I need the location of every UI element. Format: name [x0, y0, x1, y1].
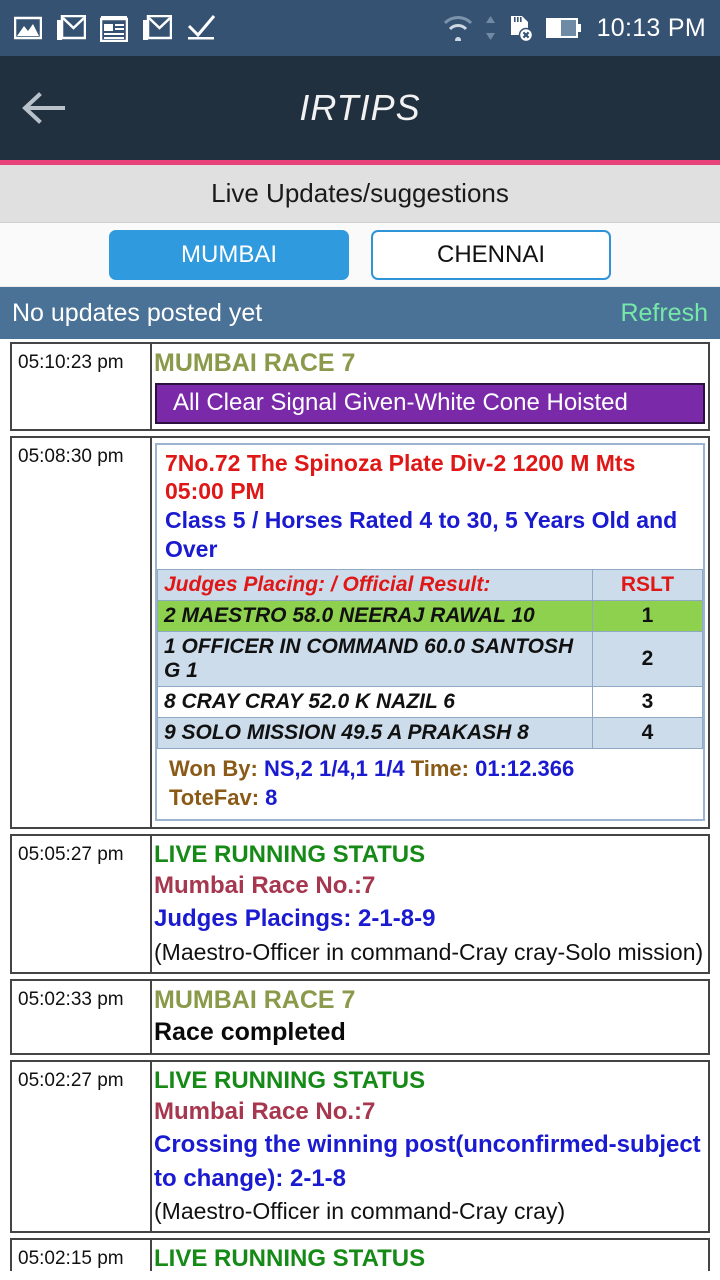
row-timestamp: 05:02:33 pm — [12, 980, 152, 1053]
col-header-placing: Judges Placing: / Official Result: — [157, 568, 593, 601]
totefav-value: 8 — [265, 785, 278, 811]
page-title: IRTIPS — [299, 87, 421, 128]
update-status-strip: No updates posted yet Refresh — [0, 287, 720, 339]
back-arrow-icon — [22, 92, 65, 124]
battery-icon — [545, 18, 581, 38]
result-card-header: 7No.72 The Spinoza Plate Div-2 1200 M Mt… — [157, 445, 703, 569]
won-by-line: Won By: NS,2 1/4,1 1/4 Time: 01:12.366 — [169, 754, 697, 784]
row-content: MUMBAI RACE 7 Race completed — [152, 981, 708, 1053]
row-timestamp: 05:02:15 pm — [12, 1240, 152, 1271]
status-detail: Judges Placings: 2-1-8-9 — [154, 905, 436, 933]
totefav-label: ToteFav: — [169, 785, 260, 811]
col-header-rslt: RSLT — [592, 568, 703, 601]
runner-position: 4 — [592, 716, 703, 749]
official-result-card: 7No.72 The Spinoza Plate Div-2 1200 M Mt… — [155, 442, 705, 821]
row-content: LIVE RUNNING STATUS Mumbai Race No.:7 Cr… — [152, 1062, 708, 1232]
won-by-value: NS,2 1/4,1 1/4 — [263, 755, 405, 781]
live-status-title: LIVE RUNNING STATUS — [154, 840, 426, 868]
city-toggle-group: MUMBAI CHENNAI — [0, 223, 720, 287]
runner-position: 1 — [592, 599, 703, 632]
runner-name: 2 MAESTRO 58.0 NEERAJ RAWAL 10 — [157, 599, 593, 632]
table-header-row: Judges Placing: / Official Result: RSLT — [157, 568, 703, 601]
row-timestamp: 05:02:27 pm — [12, 1061, 152, 1232]
race-title: MUMBAI RACE 7 — [154, 349, 356, 377]
row-content: MUMBAI RACE 7 All Clear Signal Given-Whi… — [152, 344, 708, 429]
all-clear-banner: All Clear Signal Given-White Cone Hoiste… — [155, 382, 705, 424]
data-transfer-icon — [485, 16, 495, 40]
android-status-bar: 10:13 PM — [0, 0, 720, 56]
result-card-footer: Won By: NS,2 1/4,1 1/4 Time: 01:12.366 T… — [157, 749, 703, 819]
runner-position: 2 — [592, 630, 703, 687]
table-row: 9 SOLO MISSION 49.5 A PRAKASH 8 4 — [157, 716, 703, 749]
table-row: 1 OFFICER IN COMMAND 60.0 SANTOSH G 1 2 — [157, 630, 703, 687]
sdcard-error-icon — [510, 16, 533, 42]
live-status-title: LIVE RUNNING STATUS — [154, 1245, 426, 1271]
time-value: 01:12.366 — [475, 755, 575, 781]
runner-position: 3 — [592, 685, 703, 718]
race-class-line: Class 5 / Horses Rated 4 to 30, 5 Years … — [165, 507, 678, 562]
runner-name: 8 CRAY CRAY 52.0 K NAZIL 6 — [157, 685, 593, 718]
refresh-button[interactable]: Refresh — [620, 299, 708, 328]
no-updates-message: No updates posted yet — [12, 298, 263, 327]
list-item[interactable]: 05:02:15 pm LIVE RUNNING STATUS Mumbai R… — [10, 1238, 710, 1271]
runner-name: 1 OFFICER IN COMMAND 60.0 SANTOSH G 1 — [157, 630, 593, 687]
status-notification-icons — [14, 14, 216, 42]
city-tab-mumbai[interactable]: MUMBAI — [109, 229, 349, 280]
news-icon — [100, 15, 128, 42]
app-bar: IRTIPS — [0, 56, 720, 160]
row-timestamp: 05:05:27 pm — [12, 835, 152, 972]
race-number: Mumbai Race No.:7 — [154, 1097, 376, 1125]
checkmark-icon — [187, 15, 216, 40]
table-row: 8 CRAY CRAY 52.0 K NAZIL 6 3 — [157, 685, 703, 718]
list-item[interactable]: 05:02:33 pm MUMBAI RACE 7 Race completed — [10, 978, 710, 1055]
city-tab-chennai[interactable]: CHENNAI — [371, 229, 611, 280]
back-button[interactable] — [0, 56, 86, 160]
runner-name: 9 SOLO MISSION 49.5 A PRAKASH 8 — [157, 716, 593, 749]
race-name-line: 7No.72 The Spinoza Plate Div-2 1200 M Mt… — [165, 449, 636, 505]
status-note: (Maestro-Officer in command-Cray cray) — [154, 1198, 566, 1225]
results-table: Judges Placing: / Official Result: RSLT … — [157, 568, 703, 749]
row-content: LIVE RUNNING STATUS Mumbai Race No.:7 An… — [152, 1240, 708, 1271]
status-system-icons: 10:13 PM — [442, 14, 706, 43]
live-status-title: LIVE RUNNING STATUS — [154, 1066, 426, 1094]
status-detail: Crossing the winning post(unconfirmed-su… — [154, 1131, 701, 1193]
race-completed-text: Race completed — [154, 1018, 346, 1047]
status-clock: 10:13 PM — [596, 13, 706, 42]
list-item[interactable]: 05:05:27 pm LIVE RUNNING STATUS Mumbai R… — [10, 833, 710, 974]
updates-feed[interactable]: 05:10:23 pm MUMBAI RACE 7 All Clear Sign… — [0, 339, 720, 1271]
time-label: Time: — [410, 755, 469, 781]
status-note: (Maestro-Officer in command-Cray cray-So… — [154, 938, 704, 965]
row-timestamp: 05:08:30 pm — [12, 437, 152, 827]
wifi-icon — [443, 16, 472, 41]
row-timestamp: 05:10:23 pm — [12, 344, 152, 429]
race-number: Mumbai Race No.:7 — [154, 872, 376, 900]
gallery-icon — [14, 16, 42, 40]
table-row: 2 MAESTRO 58.0 NEERAJ RAWAL 10 1 — [157, 599, 703, 632]
gmail-icon — [143, 14, 172, 40]
row-content: 7No.72 The Spinoza Plate Div-2 1200 M Mt… — [152, 438, 708, 827]
list-item[interactable]: 05:08:30 pm 7No.72 The Spinoza Plate Div… — [10, 435, 710, 829]
won-by-label: Won By: — [169, 755, 258, 781]
list-item[interactable]: 05:02:27 pm LIVE RUNNING STATUS Mumbai R… — [10, 1059, 710, 1234]
totefav-line: ToteFav: 8 — [169, 783, 697, 813]
list-item[interactable]: 05:10:23 pm MUMBAI RACE 7 All Clear Sign… — [10, 342, 710, 431]
gmail-icon — [57, 14, 86, 40]
row-content: LIVE RUNNING STATUS Mumbai Race No.:7 Ju… — [152, 836, 708, 972]
section-heading: Live Updates/suggestions — [0, 165, 720, 223]
race-title: MUMBAI RACE 7 — [154, 985, 356, 1014]
